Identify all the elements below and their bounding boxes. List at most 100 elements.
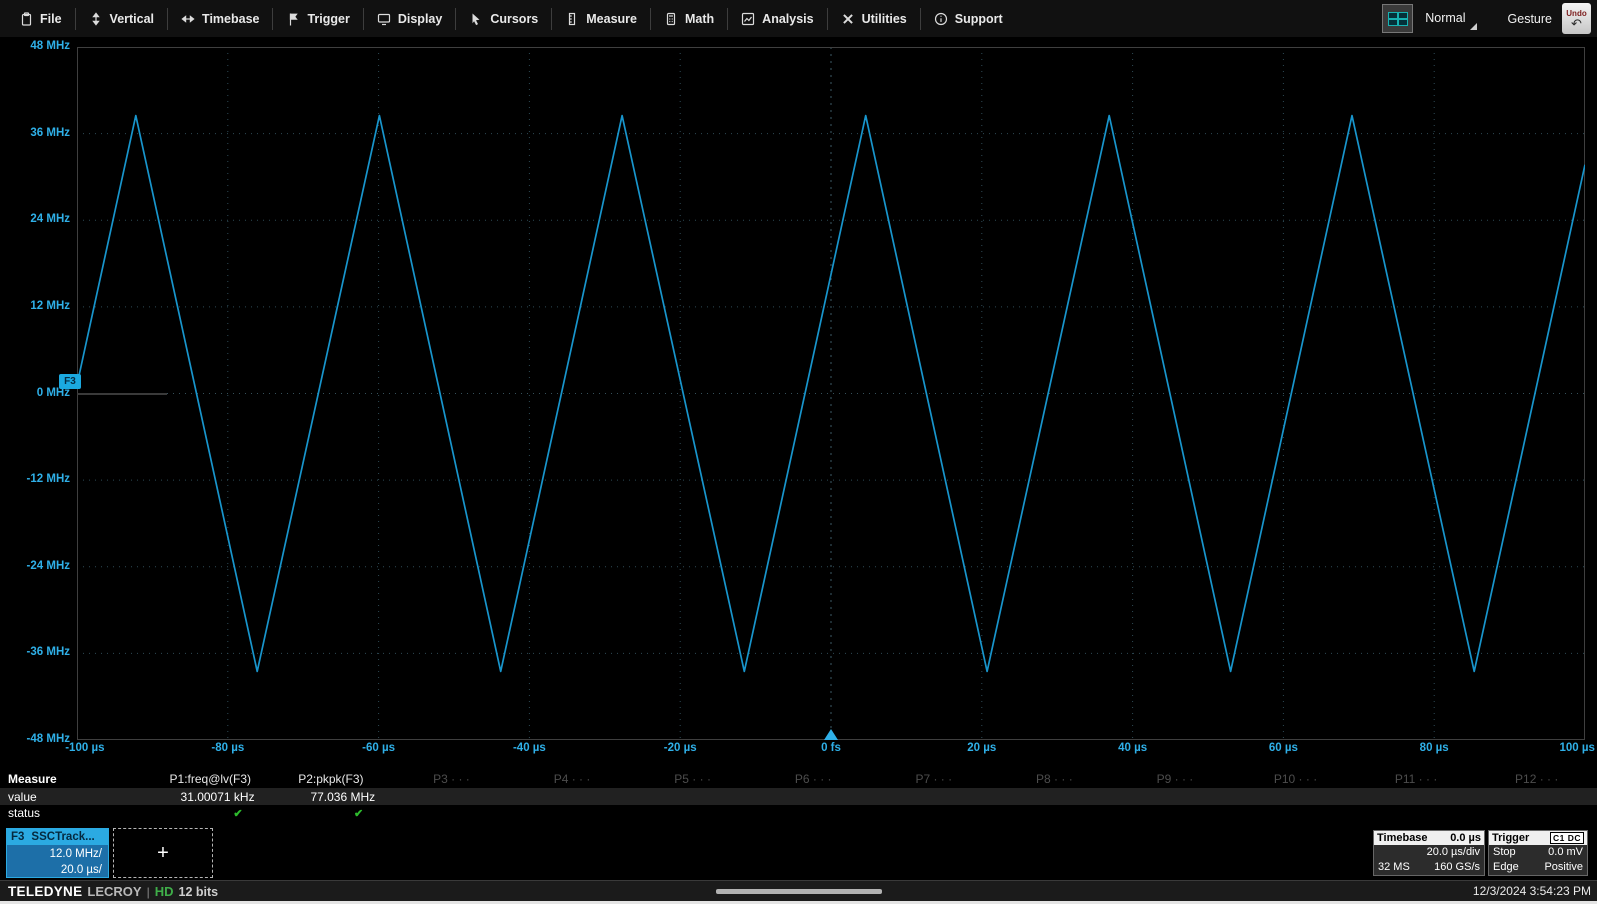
y-axis-tick-label: -12 MHz bbox=[0, 473, 70, 485]
menu-item-label: Timebase bbox=[202, 12, 259, 26]
f3-name: SSCTrack... bbox=[31, 831, 94, 843]
y-axis-tick-label: 48 MHz bbox=[0, 40, 70, 52]
menu-item-label: Support bbox=[955, 12, 1003, 26]
measure-row-label: Measure bbox=[0, 772, 150, 786]
measure-header-10[interactable]: P10 · · · bbox=[1235, 772, 1356, 786]
trigger-source-badge: C1 DC bbox=[1550, 832, 1584, 844]
y-axis-tick-label: -48 MHz bbox=[0, 733, 70, 745]
undo-arrow-icon: ↶ bbox=[1571, 18, 1582, 29]
measure-header-3[interactable]: P3 · · · bbox=[391, 772, 512, 786]
timebase-summary-box[interactable]: Timebase 0.0 µs 20.0 µs/div 32 MS 160 GS… bbox=[1373, 830, 1485, 876]
gesture-toggle[interactable]: Gesture bbox=[1508, 12, 1552, 26]
trigger-position-marker[interactable] bbox=[824, 729, 838, 740]
menu-item-utilities[interactable]: Utilities bbox=[827, 8, 920, 30]
menu-right-controls: Normal Gesture Undo ↶ bbox=[1382, 3, 1597, 34]
x-axis-tick-label: -60 µs bbox=[362, 742, 395, 754]
grid-mode-button[interactable] bbox=[1382, 4, 1413, 33]
bit-depth-label: 12 bits bbox=[179, 885, 219, 899]
f3-trace-descriptor[interactable]: F3 SSCTrack... 12.0 MHz/ 20.0 µs/ bbox=[6, 828, 109, 878]
measure-status-row: status ✔✔ bbox=[0, 805, 1597, 821]
undo-button[interactable]: Undo ↶ bbox=[1562, 3, 1591, 34]
menu-item-trigger[interactable]: Trigger bbox=[272, 8, 362, 30]
measure-header-6[interactable]: P6 · · · bbox=[753, 772, 874, 786]
y-axis-tick-label: 36 MHz bbox=[0, 127, 70, 139]
scrollbar-thumb[interactable] bbox=[716, 889, 882, 894]
plus-icon: + bbox=[157, 842, 169, 865]
menu-item-measure[interactable]: Measure bbox=[551, 8, 650, 30]
menu-item-cursors[interactable]: Cursors bbox=[455, 8, 551, 30]
x-axis-tick-label: 20 µs bbox=[967, 742, 996, 754]
menu-item-display[interactable]: Display bbox=[363, 8, 455, 30]
menu-item-label: Utilities bbox=[862, 12, 907, 26]
grid-style-dropdown[interactable]: Normal bbox=[1413, 5, 1479, 33]
measure-header-2[interactable]: P2:pkpk(F3) bbox=[271, 772, 392, 786]
x-axis-tick-label: 40 µs bbox=[1118, 742, 1147, 754]
timebase-rate: 160 GS/s bbox=[1434, 860, 1480, 875]
menu-item-label: Display bbox=[398, 12, 442, 26]
x-axis-tick-label: 0 fs bbox=[821, 742, 841, 754]
x-axis-tick-label: 80 µs bbox=[1420, 742, 1449, 754]
menu-item-label: Math bbox=[685, 12, 714, 26]
menu-items: File Vertical Timebase Trigger Display Cursor… bbox=[6, 8, 1016, 30]
measure-header-8[interactable]: P8 · · · bbox=[994, 772, 1115, 786]
add-trace-button[interactable]: + bbox=[113, 828, 213, 878]
measure-status-2: ✔ bbox=[271, 807, 392, 820]
trigger-title: Trigger bbox=[1492, 832, 1529, 844]
x-axis-tick-label: -100 µs bbox=[65, 742, 104, 754]
menu-item-label: Vertical bbox=[110, 12, 154, 26]
measure-header-12[interactable]: P12 · · · bbox=[1476, 772, 1597, 786]
oscilloscope-screen: File Vertical Timebase Trigger Display Cursor… bbox=[0, 0, 1597, 904]
menu-item-label: File bbox=[40, 12, 62, 26]
menu-item-math[interactable]: Math bbox=[650, 8, 727, 30]
horizontal-arrows-icon bbox=[181, 12, 195, 26]
menu-item-label: Measure bbox=[586, 12, 637, 26]
measure-header-9[interactable]: P9 · · · bbox=[1115, 772, 1236, 786]
menu-item-timebase[interactable]: Timebase bbox=[167, 8, 272, 30]
measure-header-7[interactable]: P7 · · · bbox=[874, 772, 995, 786]
datetime-label: 12/3/2024 3:54:23 PM bbox=[1473, 884, 1597, 898]
trigger-summary-box[interactable]: Trigger C1 DC Stop 0.0 mV Edge Positive bbox=[1488, 830, 1588, 876]
trigger-mode: Stop bbox=[1493, 845, 1516, 860]
status-bar: TELEDYNE LECROY | HD 12 bits 12/3/2024 3… bbox=[0, 880, 1597, 901]
menu-item-vertical[interactable]: Vertical bbox=[75, 8, 167, 30]
trigger-slope: Positive bbox=[1544, 860, 1583, 875]
brand-teledyne: TELEDYNE bbox=[8, 884, 82, 899]
vertical-arrows-icon bbox=[89, 12, 103, 26]
file-icon bbox=[19, 12, 33, 26]
menu-item-analysis[interactable]: Analysis bbox=[727, 8, 826, 30]
menu-bar: File Vertical Timebase Trigger Display Cursor… bbox=[0, 0, 1597, 37]
measure-value-row: value 31.00071 kHz77.036 MHz bbox=[0, 788, 1597, 805]
f3-vertical-scale: 12.0 MHz/ bbox=[7, 846, 102, 862]
x-axis-tick-label: 60 µs bbox=[1269, 742, 1298, 754]
measure-status-1: ✔ bbox=[150, 807, 271, 820]
trigger-level: 0.0 mV bbox=[1548, 845, 1583, 860]
timebase-offset: 0.0 µs bbox=[1450, 832, 1481, 844]
status-row-label: status bbox=[0, 806, 150, 820]
measure-header-11[interactable]: P11 · · · bbox=[1356, 772, 1477, 786]
utilities-tools-icon bbox=[841, 12, 855, 26]
x-axis-tick-label: -20 µs bbox=[664, 742, 697, 754]
menu-item-label: Analysis bbox=[762, 12, 813, 26]
menu-item-label: Trigger bbox=[307, 12, 349, 26]
grid-quadrants-icon bbox=[1388, 12, 1408, 26]
f3-channel-offset-badge[interactable]: F3 bbox=[59, 374, 81, 389]
menu-item-support[interactable]: Support bbox=[920, 8, 1016, 30]
waveform-grid[interactable] bbox=[77, 47, 1585, 740]
dropdown-corner-icon bbox=[1470, 23, 1477, 30]
value-row-label: value bbox=[0, 790, 150, 804]
timebase-scale: 20.0 µs/div bbox=[1427, 845, 1480, 860]
analysis-chart-icon bbox=[741, 12, 755, 26]
measure-header-5[interactable]: P5 · · · bbox=[632, 772, 753, 786]
x-axis-tick-label: 100 µs bbox=[1560, 742, 1595, 754]
menu-item-file[interactable]: File bbox=[6, 8, 75, 30]
menu-item-label: Cursors bbox=[490, 12, 538, 26]
measure-header-1[interactable]: P1:freq@lv(F3) bbox=[150, 772, 271, 786]
cursor-pointer-icon bbox=[469, 12, 483, 26]
f3-id: F3 bbox=[11, 831, 24, 843]
support-info-icon bbox=[934, 12, 948, 26]
trigger-type: Edge bbox=[1493, 860, 1519, 875]
f3-waveform-trace[interactable] bbox=[77, 116, 1585, 672]
measure-header-4[interactable]: P4 · · · bbox=[512, 772, 633, 786]
calculator-icon bbox=[664, 12, 678, 26]
hd-badge: HD bbox=[155, 884, 174, 899]
